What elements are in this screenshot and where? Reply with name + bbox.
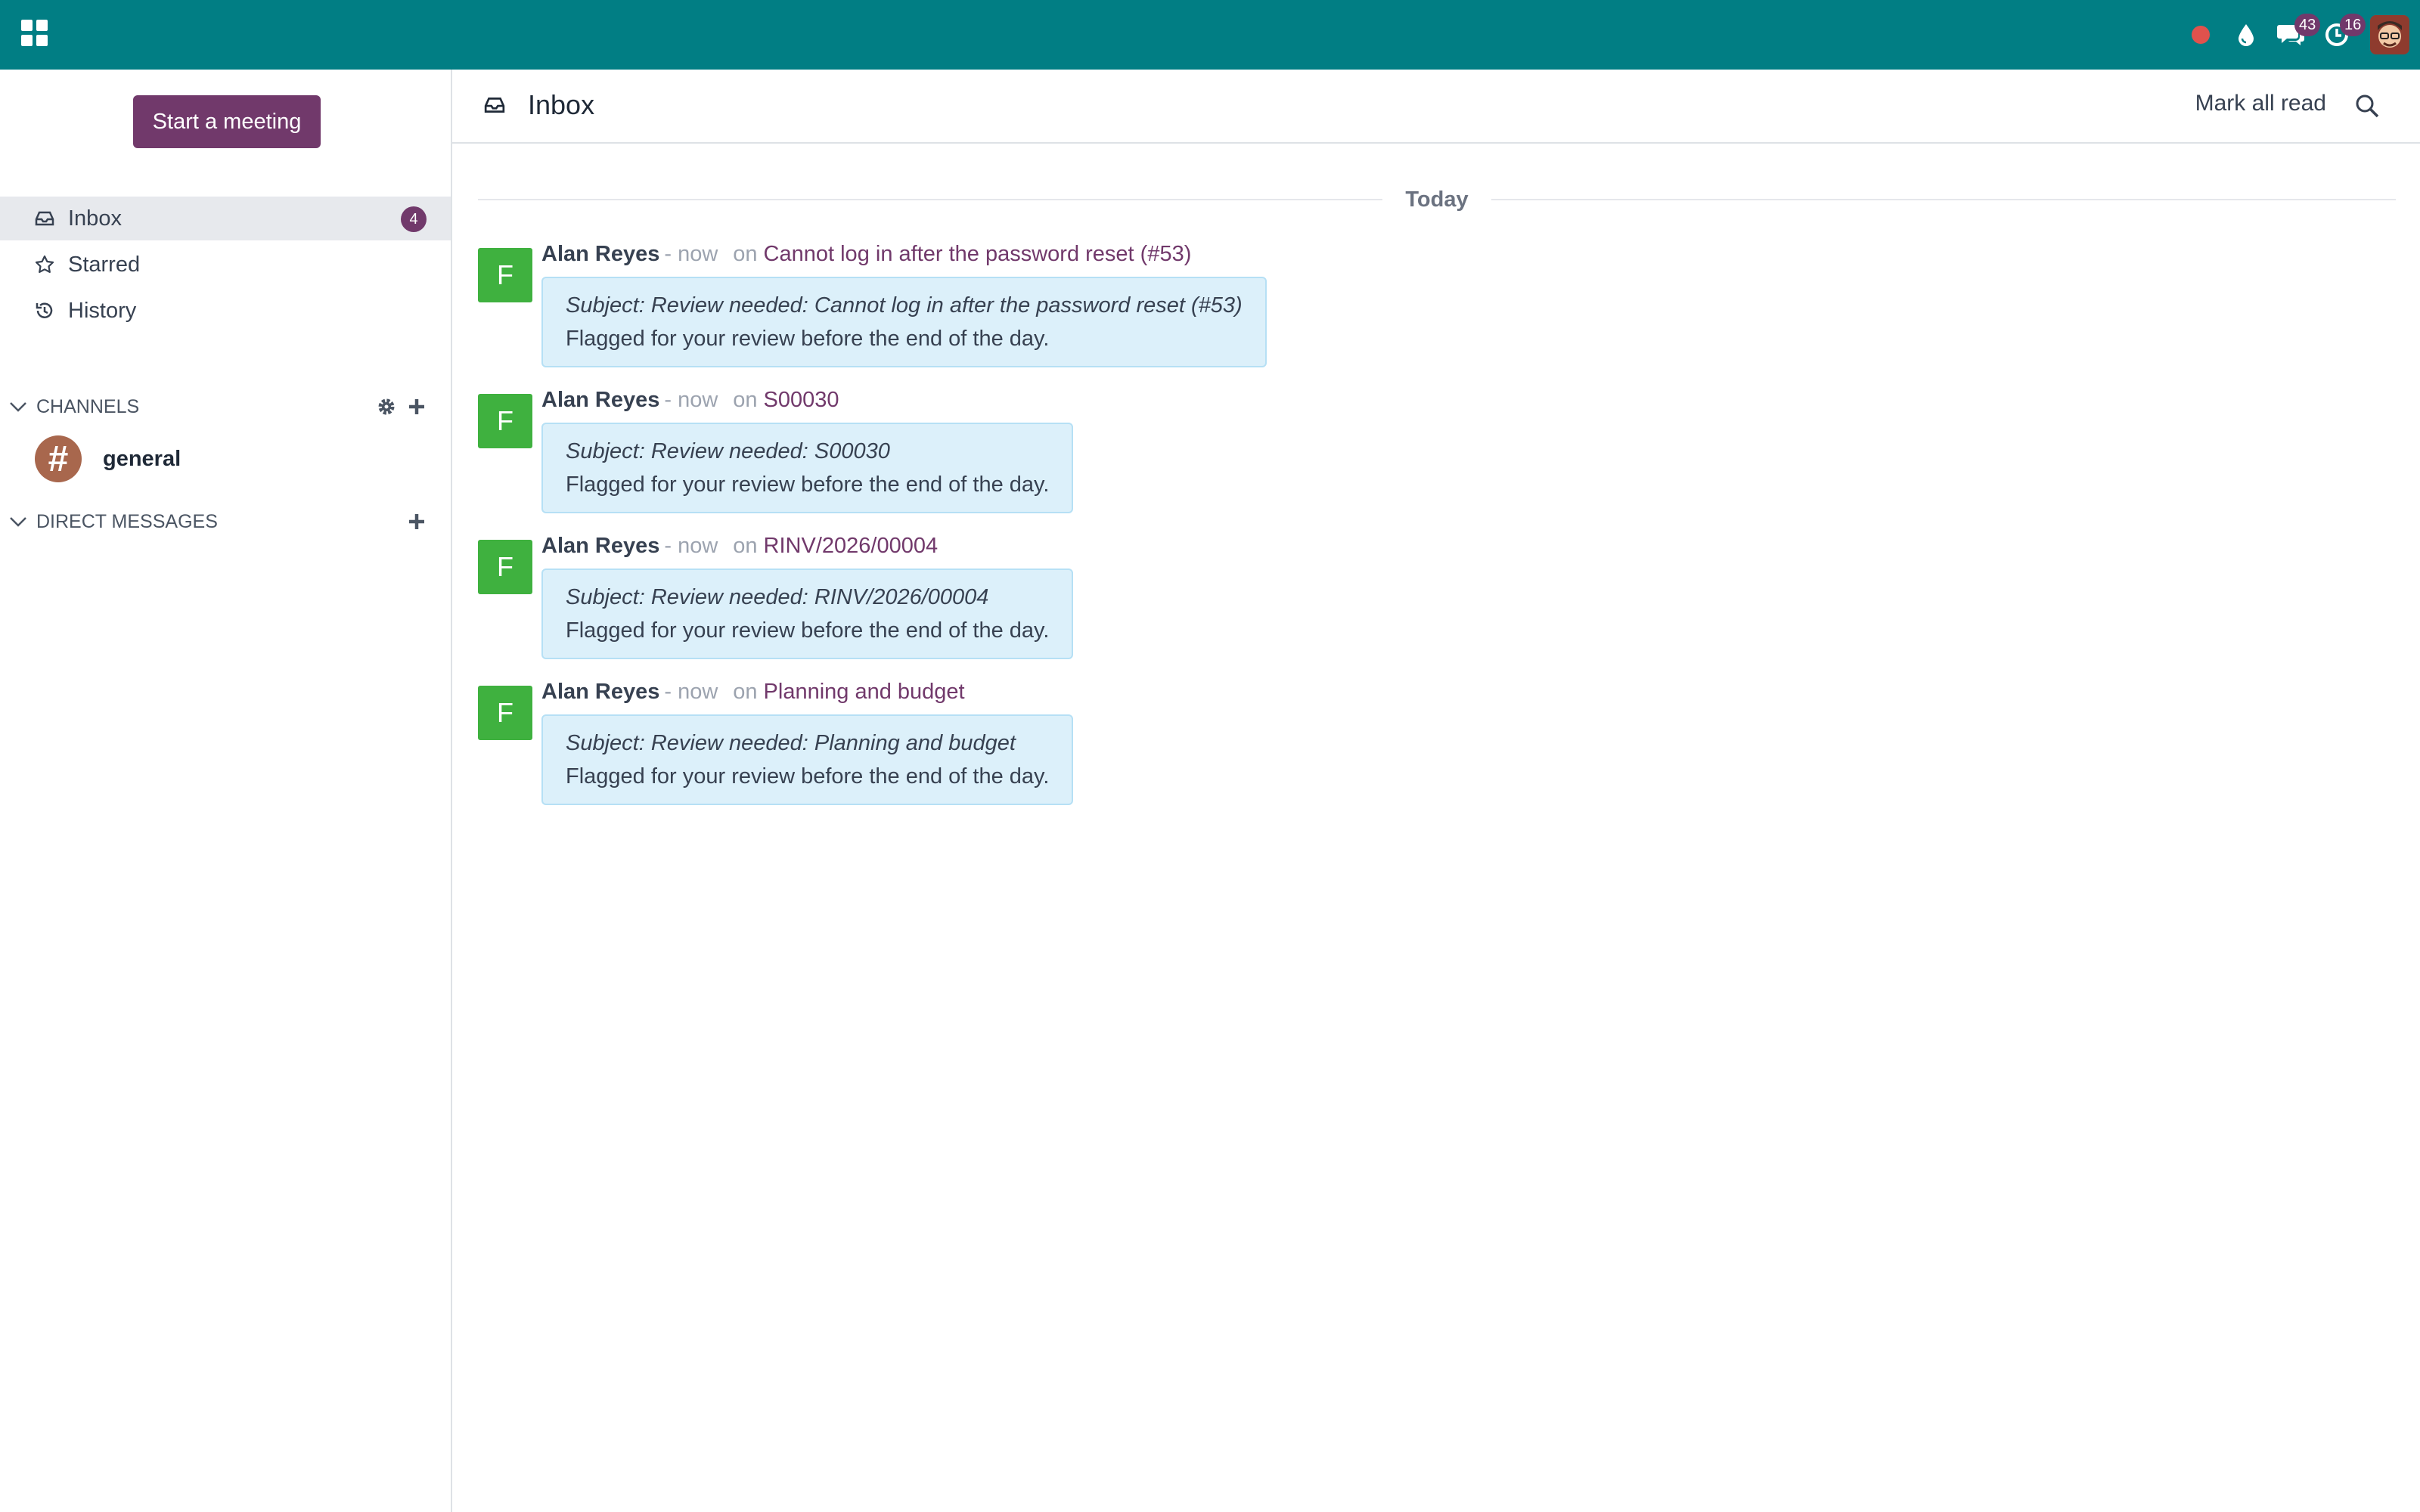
activities-menu-button[interactable]: 16 <box>2314 0 2366 70</box>
message-time: - now <box>664 680 718 704</box>
sidebar-item-label: Inbox <box>68 206 122 231</box>
user-avatar-icon <box>2370 15 2409 54</box>
message-header: Alan Reyes - now on Cannot log in after the… <box>541 242 1191 267</box>
page-title: Inbox <box>484 89 594 121</box>
inbox-icon <box>33 207 56 230</box>
message-header: Alan Reyes - now on S00030 <box>541 388 839 413</box>
author-avatar[interactable]: F <box>478 686 532 740</box>
channels-section-header: CHANNELS <box>0 388 451 426</box>
separator-line <box>1491 199 2396 200</box>
chevron-down-icon[interactable] <box>0 516 36 528</box>
author-avatar[interactable]: F <box>478 248 532 302</box>
sidebar-item-inbox[interactable]: Inbox 4 <box>0 197 451 240</box>
direct-messages-header-label[interactable]: DIRECT MESSAGES <box>36 511 218 533</box>
message-body: Flagged for your review before the end o… <box>566 764 1050 789</box>
record-dot-icon <box>2192 26 2210 44</box>
water-drop-button[interactable] <box>2223 0 2269 70</box>
sidebar-item-label: Starred <box>68 252 141 277</box>
grid-apps-icon[interactable] <box>21 20 48 47</box>
sidebar-item-starred[interactable]: Starred <box>0 243 451 287</box>
author-name[interactable]: Alan Reyes <box>541 388 659 412</box>
user-avatar <box>2370 15 2409 54</box>
record-link[interactable]: Planning and budget <box>764 680 965 704</box>
search-icon[interactable] <box>2350 89 2384 122</box>
sidebar-item-label: History <box>68 298 137 323</box>
message-time: - now <box>664 388 718 412</box>
message-bubble: Subject: Review needed: RINV/2026/00004 … <box>541 569 1074 659</box>
on-label: on <box>733 388 758 412</box>
on-label: on <box>733 534 758 558</box>
date-separator: Today <box>478 184 2396 215</box>
author-name[interactable]: Alan Reyes <box>541 242 659 266</box>
systray: 43 16 <box>2178 0 2420 70</box>
author-name[interactable]: Alan Reyes <box>541 680 659 704</box>
top-navbar: 43 16 <box>0 0 2420 70</box>
message-bubble: Subject: Review needed: Planning and bud… <box>541 714 1074 805</box>
author-avatar[interactable]: F <box>478 394 532 448</box>
messaging-menu-button[interactable]: 43 <box>2269 0 2321 70</box>
channel-name: general <box>103 446 182 471</box>
mark-all-read-button[interactable]: Mark all read <box>2195 91 2326 116</box>
direct-messages-section-header: DIRECT MESSAGES <box>0 503 451 541</box>
channel-item-general[interactable]: # general <box>0 432 451 485</box>
on-label: on <box>733 680 758 704</box>
message-bubble: Subject: Review needed: Cannot log in af… <box>541 277 1267 367</box>
chevron-down-icon[interactable] <box>0 401 36 413</box>
message-bubble: Subject: Review needed: S00030 Flagged f… <box>541 423 1074 513</box>
add-direct-message-plus-icon[interactable] <box>405 510 428 533</box>
message-body: Flagged for your review before the end o… <box>566 618 1050 643</box>
channels-header-label[interactable]: CHANNELS <box>36 396 139 418</box>
add-channel-plus-icon[interactable] <box>405 395 428 418</box>
message-subject: Subject: Review needed: S00030 <box>566 439 890 463</box>
author-avatar[interactable]: F <box>478 540 532 594</box>
message-header: Alan Reyes - now on Planning and budget <box>541 680 965 705</box>
user-menu-button[interactable] <box>2360 0 2420 70</box>
record-link[interactable]: S00030 <box>764 388 839 412</box>
record-link[interactable]: RINV/2026/00004 <box>764 534 939 558</box>
page-title-text: Inbox <box>528 89 595 120</box>
channel-hash-avatar: # <box>35 435 82 482</box>
separator-line <box>478 199 1383 200</box>
author-name[interactable]: Alan Reyes <box>541 534 659 558</box>
water-drop-icon <box>2238 24 2254 46</box>
sidebar-item-history[interactable]: History <box>0 289 451 333</box>
record-link[interactable]: Cannot log in after the password reset (… <box>764 242 1192 266</box>
star-icon <box>33 253 56 276</box>
inbox-icon <box>484 93 508 117</box>
message-body: Flagged for your review before the end o… <box>566 327 1050 351</box>
on-label: on <box>733 242 758 266</box>
date-separator-label: Today <box>1405 187 1469 212</box>
start-meeting-button[interactable]: Start a meeting <box>133 95 321 148</box>
message-subject: Subject: Review needed: RINV/2026/00004 <box>566 585 989 609</box>
thread-header: Inbox Mark all read <box>452 70 2420 144</box>
message-header: Alan Reyes - now on RINV/2026/00004 <box>541 534 938 559</box>
message-subject: Subject: Review needed: Planning and bud… <box>566 731 1016 755</box>
discuss-sidebar: Start a meeting Inbox 4 Starred History … <box>0 70 452 1512</box>
gear-icon[interactable] <box>375 395 398 418</box>
recording-indicator[interactable] <box>2178 0 2223 70</box>
message-subject: Subject: Review needed: Cannot log in af… <box>566 293 1243 318</box>
thread-panel: Inbox Mark all read Today F Alan Reyes - … <box>452 70 2420 1512</box>
inbox-count-badge: 4 <box>401 206 427 232</box>
message-time: - now <box>664 534 718 558</box>
history-icon <box>33 299 56 322</box>
message-body: Flagged for your review before the end o… <box>566 472 1050 497</box>
message-time: - now <box>664 242 718 266</box>
